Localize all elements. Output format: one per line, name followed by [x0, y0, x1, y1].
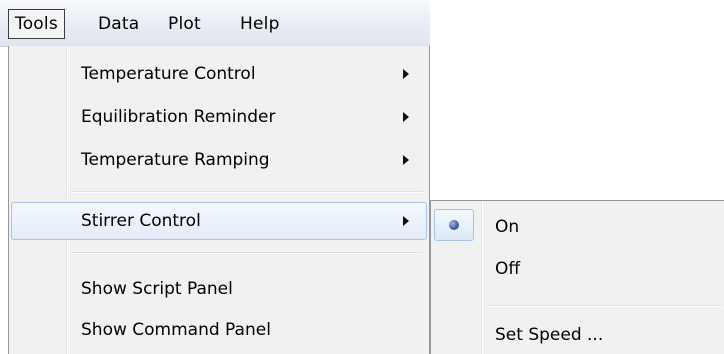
- submenu-item-label: Off: [495, 259, 521, 279]
- menu-item-label: Equilibration Reminder: [81, 107, 276, 127]
- menu-data[interactable]: Data: [98, 9, 139, 39]
- menu-item-equilibration-reminder[interactable]: Equilibration Reminder: [11, 98, 427, 136]
- app-window: Tools Data Plot Help Temperature Control…: [0, 0, 724, 354]
- submenu-arrow-icon: [403, 112, 409, 122]
- radio-check-box: [434, 209, 474, 241]
- menu-separator: [71, 252, 423, 254]
- submenu-separator: [487, 305, 723, 307]
- menu-item-label: Temperature Control: [81, 64, 256, 84]
- menu-item-label: Show Script Panel: [81, 279, 233, 299]
- menu-tools[interactable]: Tools: [8, 9, 65, 39]
- menu-plot[interactable]: Plot: [168, 9, 201, 39]
- menu-item-temperature-control[interactable]: Temperature Control: [11, 55, 427, 93]
- tools-dropdown-menu: Temperature Control Equilibration Remind…: [8, 46, 430, 354]
- menu-item-temperature-ramping[interactable]: Temperature Ramping: [11, 141, 427, 179]
- submenu-arrow-icon: [403, 155, 409, 165]
- menu-item-label: Stirrer Control: [81, 211, 201, 231]
- menu-item-stirrer-control[interactable]: Stirrer Control: [11, 202, 427, 240]
- menu-item-label: Show Command Panel: [81, 320, 271, 340]
- menu-bar: Tools Data Plot Help: [0, 0, 430, 47]
- submenu-item-label: On: [495, 217, 520, 237]
- menu-item-show-command-panel[interactable]: Show Command Panel: [11, 311, 427, 349]
- menu-help[interactable]: Help: [240, 9, 280, 39]
- radio-selected-icon: [449, 220, 459, 230]
- menu-separator: [71, 191, 423, 193]
- stirrer-control-submenu: On Off Set Speed ...: [430, 200, 724, 354]
- submenu-item-set-speed[interactable]: Set Speed ...: [431, 315, 723, 354]
- menu-item-show-script-panel[interactable]: Show Script Panel: [11, 270, 427, 308]
- submenu-item-off[interactable]: Off: [431, 249, 723, 289]
- menu-item-label: Temperature Ramping: [81, 150, 270, 170]
- submenu-arrow-icon: [403, 69, 409, 79]
- submenu-arrow-icon: [403, 216, 409, 226]
- submenu-item-label: Set Speed ...: [495, 325, 604, 345]
- submenu-item-on[interactable]: On: [431, 207, 723, 247]
